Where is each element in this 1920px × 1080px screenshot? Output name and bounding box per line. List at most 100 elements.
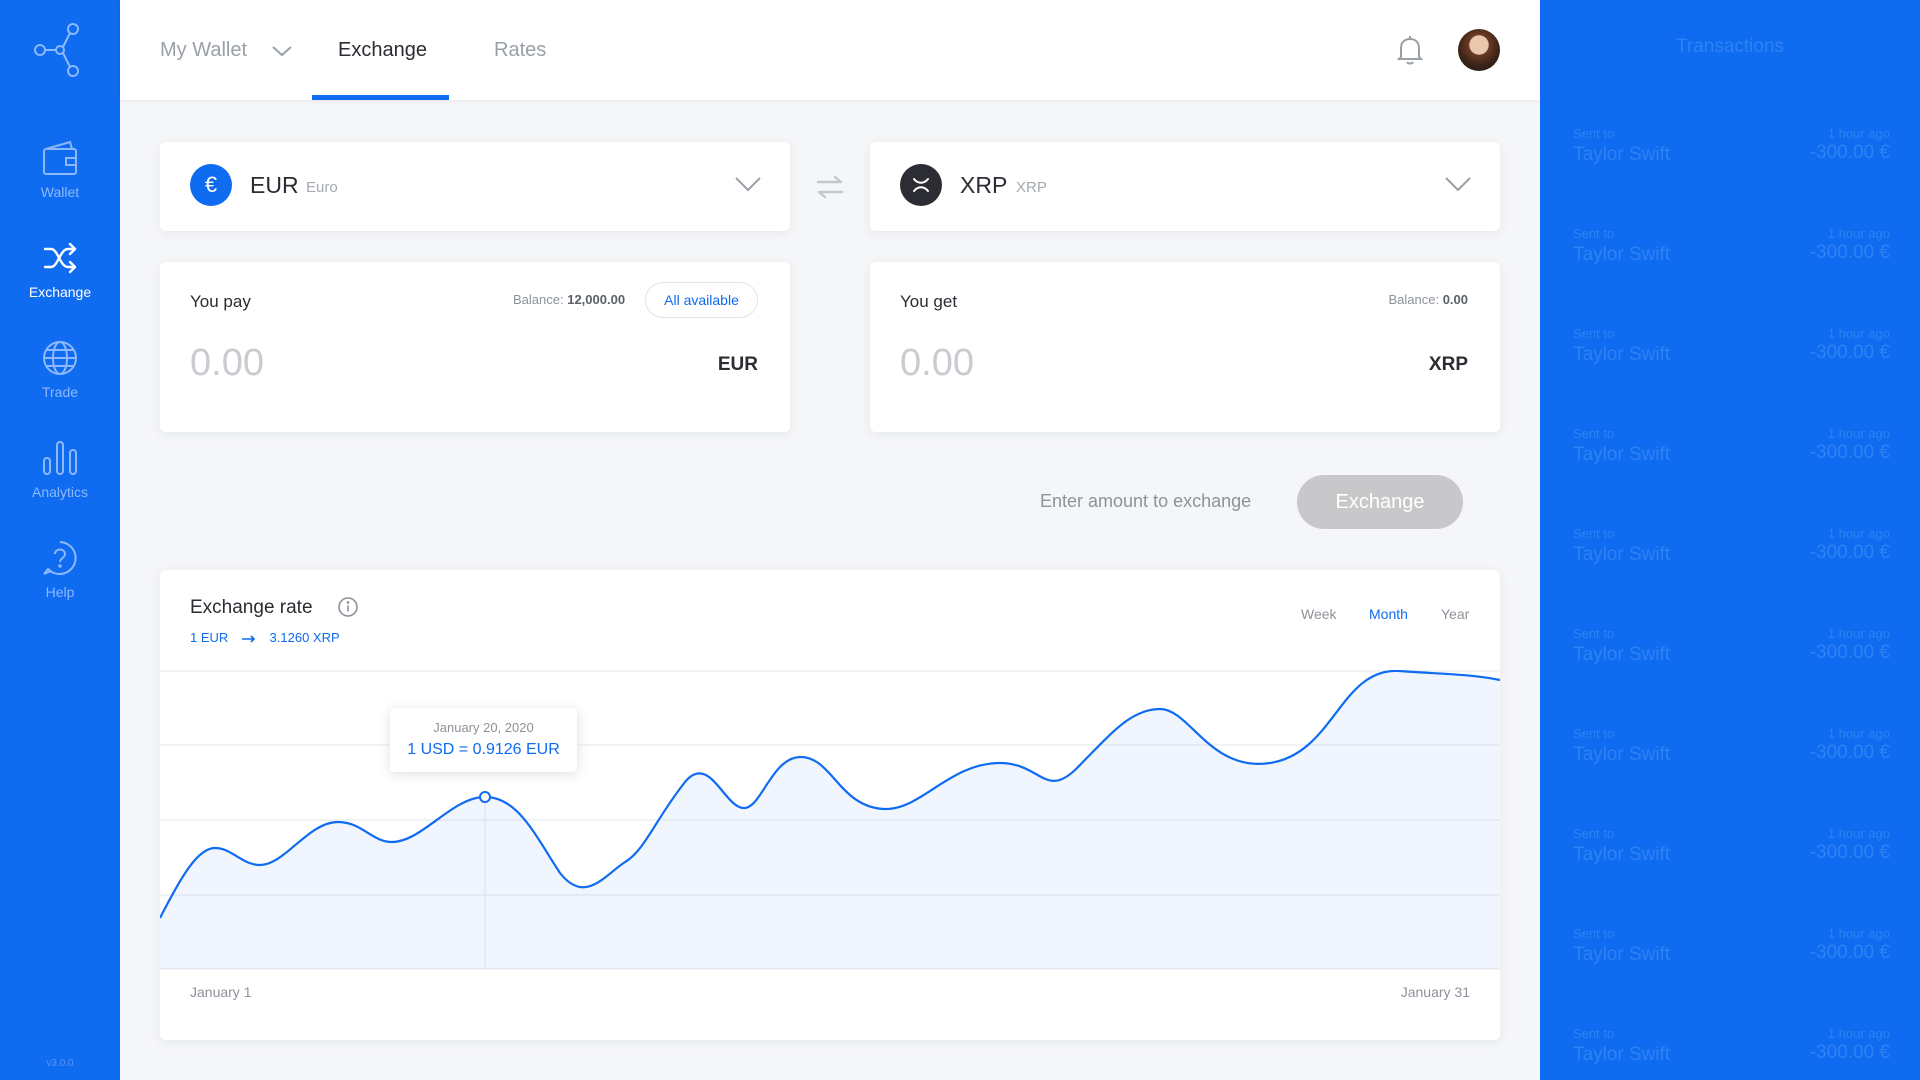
xrp-logo-icon bbox=[913, 178, 929, 192]
nav-label-analytics: Analytics bbox=[31, 484, 89, 500]
x-axis-start-label: January 1 bbox=[190, 984, 252, 1000]
tab-exchange[interactable]: Exchange bbox=[338, 0, 427, 100]
bell-icon[interactable] bbox=[1397, 35, 1423, 65]
you-pay-label: You pay bbox=[190, 292, 251, 311]
nav-item-exchange[interactable]: Exchange bbox=[0, 240, 120, 310]
period-month[interactable]: Month bbox=[1369, 606, 1408, 622]
nav-label-trade: Trade bbox=[41, 384, 79, 400]
transaction-name: Taylor Swift bbox=[1573, 644, 1671, 665]
tab-my-wallet[interactable]: My Wallet bbox=[160, 0, 293, 100]
tab-my-wallet-label: My Wallet bbox=[160, 39, 248, 61]
logo-icon bbox=[34, 23, 79, 77]
all-available-button[interactable]: All available bbox=[645, 282, 758, 318]
transaction-time: 1 hour ago bbox=[1827, 926, 1890, 941]
chevron-down-icon bbox=[1445, 177, 1471, 192]
transaction-kind: Sent to bbox=[1573, 426, 1615, 441]
transaction-amount: -300.00 € bbox=[1809, 642, 1890, 663]
from-balance-label: Balance: bbox=[513, 292, 564, 307]
chart-tooltip: January 20, 2020 1 USD = 0.9126 EUR bbox=[390, 708, 577, 772]
transaction-time: 1 hour ago bbox=[1827, 1026, 1890, 1041]
from-balance: Balance: 12,000.00 bbox=[513, 292, 625, 307]
transaction-name: Taylor Swift bbox=[1573, 544, 1671, 565]
transaction-name: Taylor Swift bbox=[1573, 1044, 1671, 1065]
rate-to: 3.1260 XRP bbox=[269, 630, 340, 645]
transaction-amount: -300.00 € bbox=[1809, 342, 1890, 363]
exchange-button[interactable]: Exchange bbox=[1297, 475, 1463, 529]
transaction-time: 1 hour ago bbox=[1827, 526, 1890, 541]
nav-label-exchange: Exchange bbox=[28, 284, 92, 300]
transaction-amount: -300.00 € bbox=[1809, 742, 1890, 763]
nav-item-trade[interactable]: Trade bbox=[0, 340, 120, 410]
transaction-amount: -300.00 € bbox=[1809, 942, 1890, 963]
period-year[interactable]: Year bbox=[1441, 606, 1469, 622]
transaction-item[interactable]: Sent to Taylor Swift 1 hour ago -300.00 … bbox=[1573, 126, 1890, 186]
to-balance-label: Balance: bbox=[1388, 292, 1440, 307]
you-pay-card: You pay Balance: 12,000.00 All available… bbox=[160, 262, 790, 432]
transaction-amount: -300.00 € bbox=[1809, 242, 1890, 263]
from-balance-value: 12,000.00 bbox=[567, 292, 626, 307]
chevron-down-icon bbox=[271, 45, 292, 57]
transaction-item[interactable]: Sent to Taylor Swift 1 hour ago -300.00 … bbox=[1573, 726, 1890, 786]
nav-label-wallet: Wallet bbox=[40, 184, 80, 200]
bar-chart-icon bbox=[43, 441, 77, 475]
nav-item-analytics[interactable]: Analytics bbox=[0, 440, 120, 510]
exchange-rate-title: Exchange rate bbox=[190, 597, 313, 618]
transaction-amount: -300.00 € bbox=[1809, 542, 1890, 563]
transaction-kind: Sent to bbox=[1573, 126, 1615, 141]
avatar[interactable] bbox=[1458, 29, 1500, 71]
get-amount-currency: XRP bbox=[1428, 354, 1468, 375]
swap-icon[interactable] bbox=[814, 175, 846, 199]
period-week[interactable]: Week bbox=[1301, 606, 1337, 622]
version-label: v3.0.0 bbox=[46, 1058, 74, 1069]
you-get-label: You get bbox=[900, 292, 958, 311]
pay-amount-input[interactable]: 0.00 bbox=[190, 342, 264, 385]
transaction-item[interactable]: Sent to Taylor Swift 1 hour ago -300.00 … bbox=[1573, 326, 1890, 386]
transaction-kind: Sent to bbox=[1573, 226, 1615, 241]
nav-item-wallet[interactable]: Wallet bbox=[0, 140, 120, 210]
get-amount-input[interactable]: 0.00 bbox=[900, 342, 974, 385]
active-tab-indicator bbox=[312, 95, 449, 100]
to-currency-name: XRP bbox=[1016, 179, 1047, 196]
transactions-panel: Transactions Sent to Taylor Swift 1 hour… bbox=[1540, 0, 1920, 1080]
from-currency-name: Euro bbox=[306, 179, 338, 196]
tooltip-value: 1 USD = 0.9126 EUR bbox=[407, 741, 560, 758]
transaction-item[interactable]: Sent to Taylor Swift 1 hour ago -300.00 … bbox=[1573, 226, 1890, 286]
transaction-name: Taylor Swift bbox=[1573, 944, 1671, 965]
shuffle-icon bbox=[43, 242, 77, 274]
selected-point bbox=[479, 791, 491, 803]
from-currency-select[interactable]: € EUR Euro bbox=[160, 142, 790, 231]
transaction-item[interactable]: Sent to Taylor Swift 1 hour ago -300.00 … bbox=[1573, 426, 1890, 486]
you-get-card: You get Balance: 0.00 0.00 XRP bbox=[870, 262, 1500, 432]
transaction-name: Taylor Swift bbox=[1573, 844, 1671, 865]
transaction-kind: Sent to bbox=[1573, 326, 1615, 341]
transaction-kind: Sent to bbox=[1573, 626, 1615, 641]
transaction-item[interactable]: Sent to Taylor Swift 1 hour ago -300.00 … bbox=[1573, 626, 1890, 686]
to-balance: Balance: 0.00 bbox=[1388, 292, 1468, 307]
transaction-kind: Sent to bbox=[1573, 926, 1615, 941]
arrow-right-icon bbox=[241, 634, 256, 643]
transaction-item[interactable]: Sent to Taylor Swift 1 hour ago -300.00 … bbox=[1573, 526, 1890, 586]
transaction-time: 1 hour ago bbox=[1827, 126, 1890, 141]
transaction-name: Taylor Swift bbox=[1573, 744, 1671, 765]
tab-rates[interactable]: Rates bbox=[494, 0, 546, 100]
exchange-rate-card: Exchange rate 1 EUR 3.1260 XRP Week Mont… bbox=[160, 570, 1500, 1040]
transaction-item[interactable]: Sent to Taylor Swift 1 hour ago -300.00 … bbox=[1573, 1026, 1890, 1080]
transaction-kind: Sent to bbox=[1573, 826, 1615, 841]
transaction-kind: Sent to bbox=[1573, 726, 1615, 741]
transaction-name: Taylor Swift bbox=[1573, 244, 1671, 265]
transaction-amount: -300.00 € bbox=[1809, 142, 1890, 163]
rate-summary: 1 EUR 3.1260 XRP bbox=[190, 630, 340, 645]
transactions-title: Transactions bbox=[1675, 36, 1785, 57]
transaction-name: Taylor Swift bbox=[1573, 144, 1671, 165]
info-icon[interactable] bbox=[337, 596, 359, 618]
transaction-amount: -300.00 € bbox=[1809, 1042, 1890, 1063]
transaction-kind: Sent to bbox=[1573, 526, 1615, 541]
to-currency-select[interactable]: XRP XRP bbox=[870, 142, 1500, 231]
to-balance-value: 0.00 bbox=[1442, 292, 1468, 307]
transaction-time: 1 hour ago bbox=[1827, 626, 1890, 641]
nav-item-help[interactable]: Help bbox=[0, 540, 120, 610]
transaction-time: 1 hour ago bbox=[1827, 726, 1890, 741]
transaction-item[interactable]: Sent to Taylor Swift 1 hour ago -300.00 … bbox=[1573, 826, 1890, 886]
transaction-item[interactable]: Sent to Taylor Swift 1 hour ago -300.00 … bbox=[1573, 926, 1890, 986]
globe-icon bbox=[43, 341, 77, 375]
